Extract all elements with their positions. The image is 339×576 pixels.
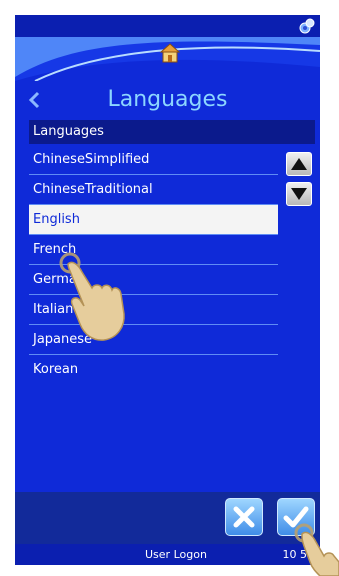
triangle-up-icon [291,158,307,170]
list-header: Languages [29,120,315,144]
page-title: Languages [107,87,228,112]
triangle-down-icon [291,188,307,200]
list-item-chinese-simplified[interactable]: ChineseSimplified [29,145,278,175]
cancel-button[interactable] [225,498,263,536]
bottom-status-bar: User Logon 10 56 [15,544,320,565]
pointing-hand-icon [59,252,125,341]
list-item-korean[interactable]: Korean [29,355,278,385]
scroll-up-button[interactable] [286,152,312,176]
user-logon-label[interactable]: User Logon [145,544,207,565]
list-item-chinese-traditional[interactable]: ChineseTraditional [29,175,278,205]
close-icon [233,506,255,528]
action-bar [15,492,320,544]
home-icon[interactable] [160,43,180,63]
list-item-english[interactable]: English [29,205,278,235]
top-status-strip [15,15,320,37]
title-row: Languages [15,83,320,117]
pointing-hand-icon [294,523,339,576]
app-icon[interactable] [298,17,316,35]
scroll-down-button[interactable] [286,182,312,206]
